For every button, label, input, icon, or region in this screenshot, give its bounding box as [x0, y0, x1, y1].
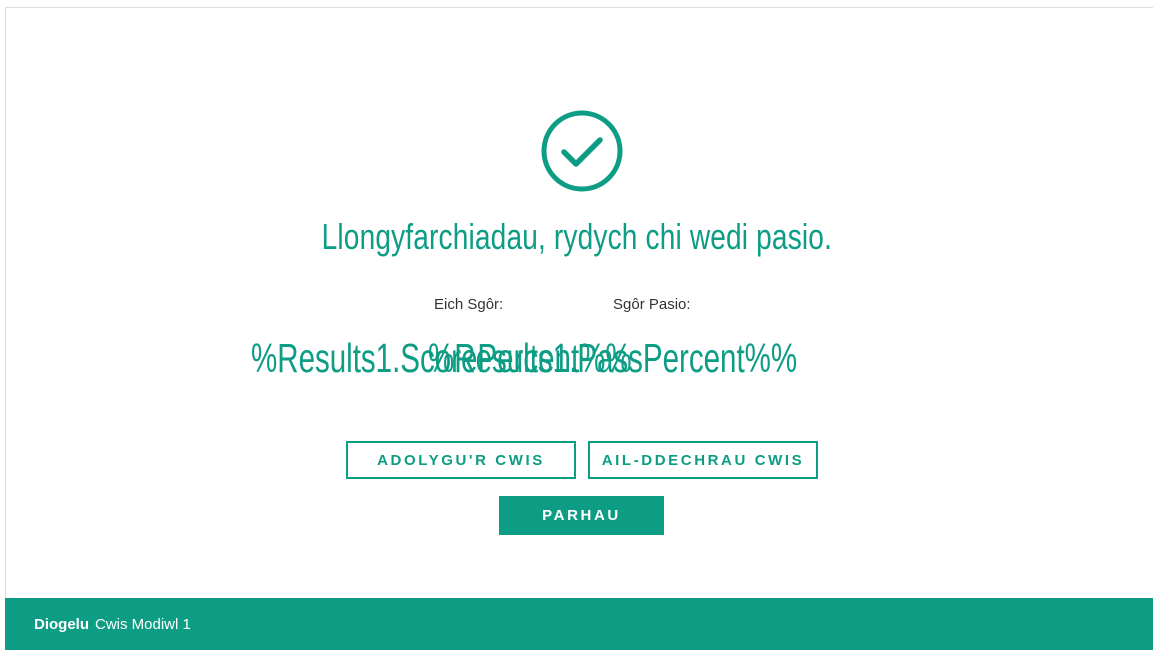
slide-frame	[5, 7, 1153, 650]
check-circle-icon	[541, 110, 623, 192]
result-message: Llongyfarchiadau, rydych chi wedi pasio.	[321, 216, 833, 257]
review-quiz-button[interactable]: ADOLYGU'R CWIS	[346, 441, 576, 479]
footer-brand: Diogelu	[34, 615, 89, 633]
pass-label: Sgôr Pasio:	[613, 296, 691, 313]
continue-button[interactable]: PARHAU	[499, 496, 664, 535]
footer-bar: Diogelu Cwis Modiwl 1	[5, 598, 1153, 650]
pass-value: %Results1.PassPercent%%	[428, 335, 798, 381]
restart-quiz-button[interactable]: AIL-DDECHRAU CWIS	[588, 441, 818, 479]
score-label: Eich Sgôr:	[434, 296, 504, 313]
footer-course-title: Cwis Modiwl 1	[95, 615, 191, 633]
